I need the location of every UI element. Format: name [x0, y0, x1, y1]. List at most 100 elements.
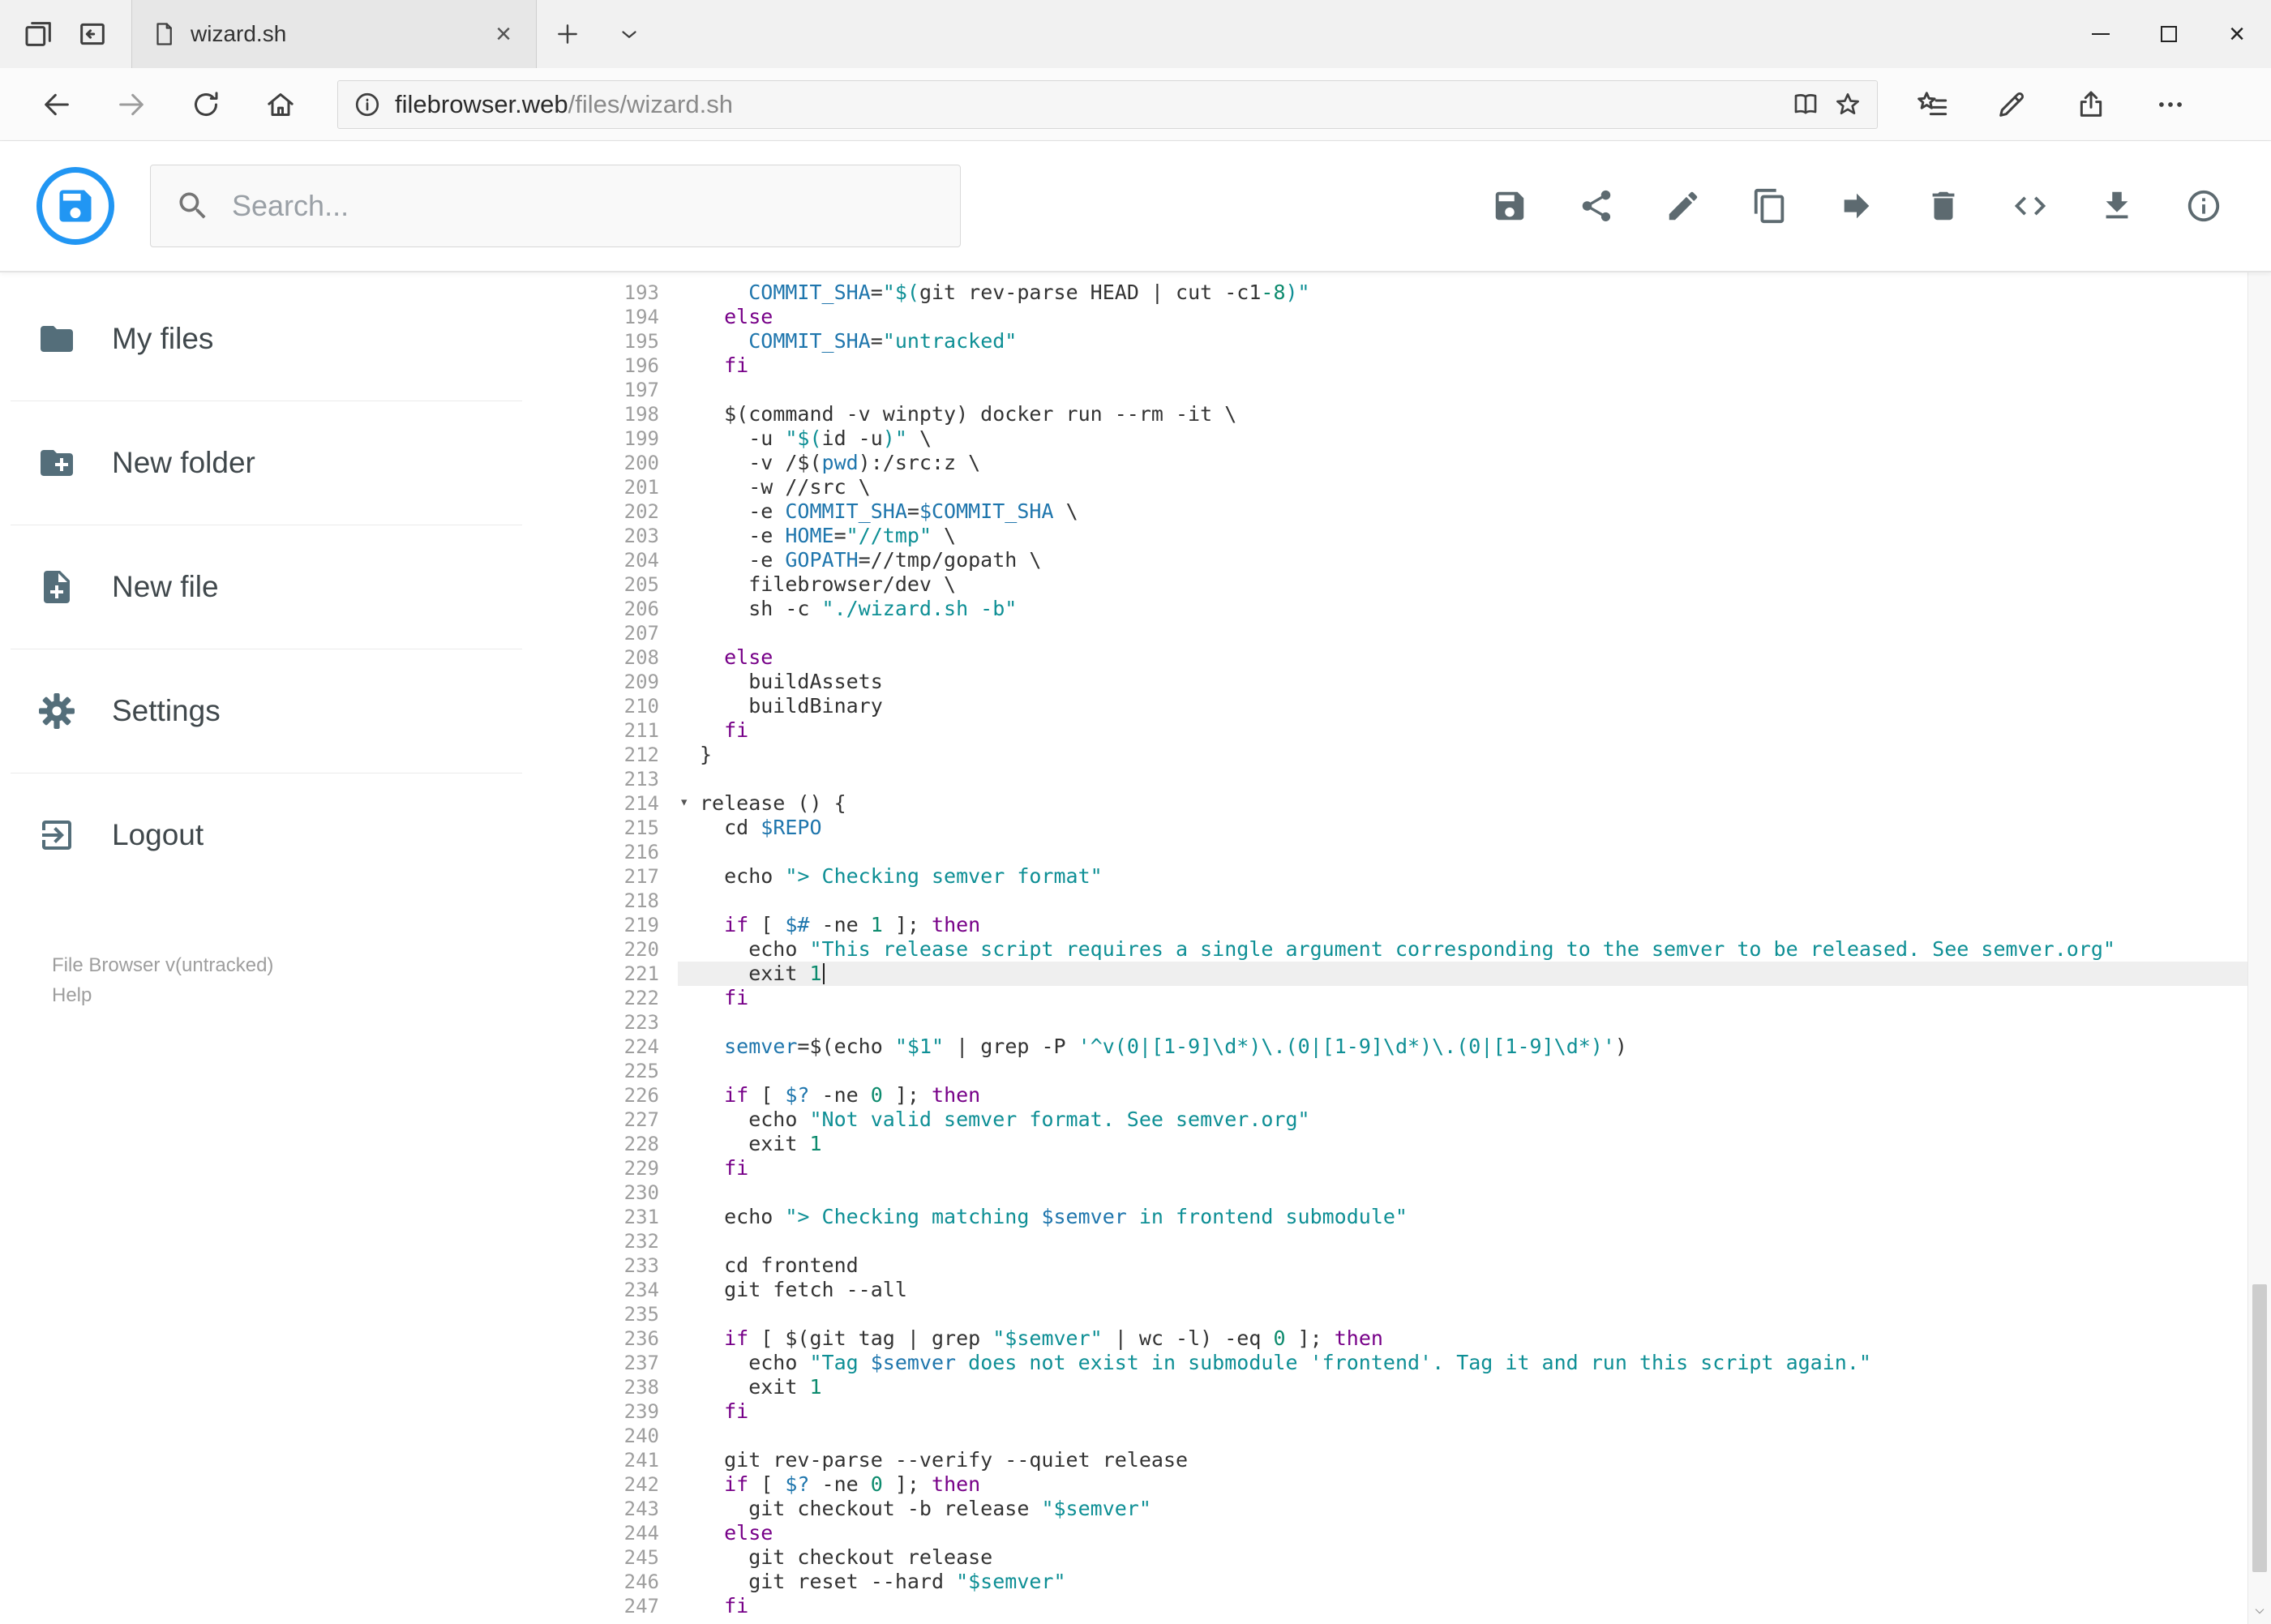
code-line[interactable]: 195 COMMIT_SHA="untracked": [608, 329, 2247, 354]
code-line[interactable]: 238 exit 1: [608, 1375, 2247, 1399]
browser-tab[interactable]: wizard.sh ×: [131, 0, 537, 68]
code-line[interactable]: 214 ▾ release () {: [608, 791, 2247, 816]
scrollbar-track[interactable]: [2248, 161, 2271, 1605]
code-line[interactable]: 222 fi: [608, 986, 2247, 1010]
delete-button[interactable]: [1913, 175, 1974, 237]
hub-favorites-icon[interactable]: [1892, 68, 1972, 141]
code-line[interactable]: 196 fi: [608, 354, 2247, 378]
raw-code-button[interactable]: [1999, 175, 2061, 237]
code-line[interactable]: 225: [608, 1059, 2247, 1083]
fold-marker-icon[interactable]: ▾: [679, 790, 688, 814]
search-input[interactable]: [232, 189, 936, 223]
tabs-set-aside-icon[interactable]: [76, 18, 109, 50]
code-line[interactable]: 205 filebrowser/dev \: [608, 572, 2247, 597]
code-line[interactable]: 210 buildBinary: [608, 694, 2247, 718]
code-line[interactable]: 236 if [ $(git tag | grep "$semver" | wc…: [608, 1326, 2247, 1351]
code-line[interactable]: 193 COMMIT_SHA="$(git rev-parse HEAD | c…: [608, 281, 2247, 305]
code-line[interactable]: 246 git reset --hard "$semver": [608, 1570, 2247, 1594]
code-line[interactable]: 194 else: [608, 305, 2247, 329]
page-scrollbar[interactable]: [2247, 142, 2271, 1624]
share-button[interactable]: [1566, 175, 1627, 237]
code-line[interactable]: 223: [608, 1010, 2247, 1035]
code-line[interactable]: 239 fi: [608, 1399, 2247, 1424]
favorite-star-icon[interactable]: [1833, 90, 1862, 119]
code-line[interactable]: 240: [608, 1424, 2247, 1448]
code-line[interactable]: 207: [608, 621, 2247, 645]
code-line[interactable]: 208 else: [608, 645, 2247, 670]
sidebar-item-settings[interactable]: Settings: [0, 649, 608, 773]
code-line[interactable]: 226 if [ $? -ne 0 ]; then: [608, 1083, 2247, 1108]
code-line[interactable]: 243 git checkout -b release "$semver": [608, 1497, 2247, 1521]
code-line[interactable]: 209 buildAssets: [608, 670, 2247, 694]
back-button[interactable]: [19, 68, 94, 141]
code-line[interactable]: 212}: [608, 743, 2247, 767]
code-line[interactable]: 221 exit 1: [608, 962, 2247, 986]
copy-button[interactable]: [1739, 175, 1801, 237]
code-line[interactable]: 199 -u "$(id -u)" \: [608, 426, 2247, 451]
code-line[interactable]: 229 fi: [608, 1156, 2247, 1181]
code-line[interactable]: 218: [608, 889, 2247, 913]
code-line[interactable]: 197: [608, 378, 2247, 402]
save-button[interactable]: [1479, 175, 1540, 237]
code-line[interactable]: 204 -e GOPATH=//tmp/gopath \: [608, 548, 2247, 572]
home-button[interactable]: [243, 68, 318, 141]
close-button[interactable]: ×: [2203, 0, 2271, 68]
code-line[interactable]: 247 fi: [608, 1594, 2247, 1618]
set-tabs-aside-icon[interactable]: [23, 18, 55, 50]
sidebar-item-logout[interactable]: Logout: [0, 773, 608, 897]
address-bar[interactable]: filebrowser.web/files/wizard.sh: [337, 79, 1878, 129]
code-line[interactable]: 241 git rev-parse --verify --quiet relea…: [608, 1448, 2247, 1472]
code-line[interactable]: 242 if [ $? -ne 0 ]; then: [608, 1472, 2247, 1497]
sidebar-item-new-folder[interactable]: New folder: [0, 401, 608, 525]
code-line[interactable]: 244 else: [608, 1521, 2247, 1545]
code-line[interactable]: 215 cd $REPO: [608, 816, 2247, 840]
code-line[interactable]: 211 fi: [608, 718, 2247, 743]
download-button[interactable]: [2086, 175, 2148, 237]
code-line[interactable]: 245 git checkout release: [608, 1545, 2247, 1570]
scrollbar-thumb[interactable]: [2252, 1284, 2267, 1572]
annotate-pen-icon[interactable]: [1972, 68, 2051, 141]
code-line[interactable]: 217 echo "> Checking semver format": [608, 864, 2247, 889]
code-line[interactable]: 213: [608, 767, 2247, 791]
code-line[interactable]: 233 cd frontend: [608, 1253, 2247, 1278]
code-line[interactable]: 216: [608, 840, 2247, 864]
code-line[interactable]: 198 $(command -v winpty) docker run --rm…: [608, 402, 2247, 426]
code-line[interactable]: 202 -e COMMIT_SHA=$COMMIT_SHA \: [608, 499, 2247, 524]
tab-preview-toggle-icon[interactable]: [598, 0, 660, 68]
more-options-icon[interactable]: [2131, 68, 2210, 141]
code-line[interactable]: 224 semver=$(echo "$1" | grep -P '^v(0|[…: [608, 1035, 2247, 1059]
scroll-down-icon[interactable]: [2253, 1605, 2266, 1618]
tab-close-icon[interactable]: ×: [491, 20, 516, 48]
refresh-button[interactable]: [169, 68, 243, 141]
code-line[interactable]: 234 git fetch --all: [608, 1278, 2247, 1302]
help-link[interactable]: Help: [52, 980, 608, 1010]
code-line[interactable]: 206 sh -c "./wizard.sh -b": [608, 597, 2247, 621]
site-info-icon[interactable]: [353, 90, 382, 119]
code-line[interactable]: 219 if [ $# -ne 1 ]; then: [608, 913, 2247, 937]
code-line[interactable]: 230: [608, 1181, 2247, 1205]
code-line[interactable]: 203 -e HOME="//tmp" \: [608, 524, 2247, 548]
rename-button[interactable]: [1652, 175, 1714, 237]
maximize-button[interactable]: [2135, 0, 2203, 68]
code-line[interactable]: 231 echo "> Checking matching $semver in…: [608, 1205, 2247, 1229]
code-line[interactable]: 200 -v /$(pwd):/src:z \: [608, 451, 2247, 475]
move-button[interactable]: [1826, 175, 1888, 237]
new-tab-button[interactable]: [537, 0, 598, 68]
code-editor[interactable]: 193 COMMIT_SHA="$(git rev-parse HEAD | c…: [608, 272, 2247, 1622]
share-page-icon[interactable]: [2051, 68, 2131, 141]
reading-view-icon[interactable]: [1791, 90, 1820, 119]
sidebar-item-my-files[interactable]: My files: [0, 277, 608, 401]
minimize-button[interactable]: [2067, 0, 2135, 68]
code-line[interactable]: 220 echo "This release script requires a…: [608, 937, 2247, 962]
code-line[interactable]: 232: [608, 1229, 2247, 1253]
code-line[interactable]: 227 echo "Not valid semver format. See s…: [608, 1108, 2247, 1132]
code-line[interactable]: 235: [608, 1302, 2247, 1326]
sidebar-item-new-file[interactable]: New file: [0, 525, 608, 649]
code-line[interactable]: 228 exit 1: [608, 1132, 2247, 1156]
filebrowser-logo[interactable]: [36, 167, 114, 245]
search-box[interactable]: [150, 165, 961, 247]
code-line[interactable]: 201 -w //src \: [608, 475, 2247, 499]
info-button[interactable]: [2173, 175, 2235, 237]
forward-button[interactable]: [94, 68, 169, 141]
code-line[interactable]: 237 echo "Tag $semver does not exist in …: [608, 1351, 2247, 1375]
